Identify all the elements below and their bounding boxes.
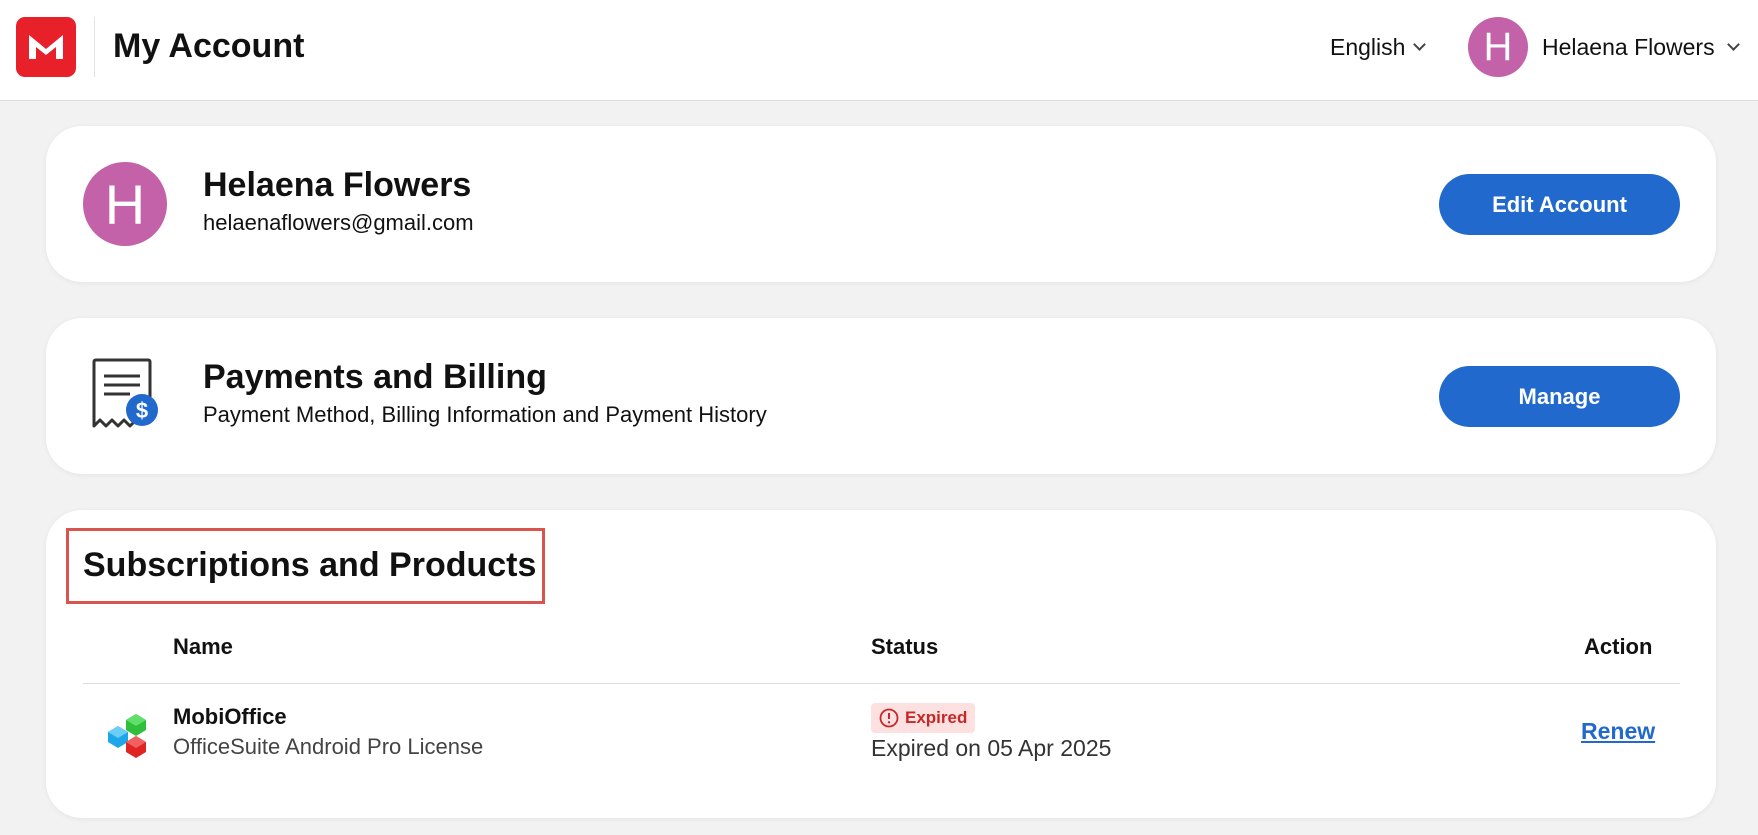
billing-subtitle: Payment Method, Billing Information and … (203, 402, 767, 427)
top-header: My Account English H Helaena Flowers (0, 0, 1758, 101)
profile-avatar: H (83, 162, 167, 246)
billing-card: $ Payments and Billing Payment Method, B… (46, 318, 1716, 474)
page-title: My Account (113, 27, 305, 65)
user-menu[interactable]: H Helaena Flowers (1468, 16, 1740, 78)
product-name: MobiOffice (173, 704, 287, 729)
receipt-dollar-icon: $ (92, 358, 158, 428)
product-description: OfficeSuite Android Pro License (173, 734, 484, 759)
account-name: Helaena Flowers (203, 166, 472, 204)
status-badge: Expired (871, 703, 976, 733)
subscriptions-title: Subscriptions and Products (83, 546, 537, 584)
mobioffice-cubes-icon (108, 714, 146, 758)
language-selector[interactable]: English (1330, 30, 1427, 64)
account-email: helaenaflowers@gmail.com (203, 210, 474, 235)
billing-title: Payments and Billing (203, 358, 547, 396)
header-divider (94, 17, 95, 77)
status-detail: Expired on 05 Apr 2025 (871, 735, 1112, 761)
status-badge-label: Expired (905, 708, 968, 727)
edit-account-button[interactable]: Edit Account (1439, 174, 1680, 235)
column-header-action: Action (1584, 634, 1653, 659)
renew-link[interactable]: Renew (1581, 718, 1655, 745)
chevron-down-icon (1413, 37, 1427, 51)
subscriptions-card: Subscriptions and Products Name Status A… (46, 510, 1716, 818)
avatar: H (1468, 17, 1528, 77)
manage-button[interactable]: Manage (1439, 366, 1680, 427)
column-header-status: Status (871, 634, 939, 659)
svg-text:$: $ (136, 398, 148, 423)
brand-logo-icon[interactable] (16, 17, 76, 77)
alert-circle-icon (879, 708, 899, 728)
table-divider (83, 683, 1680, 684)
user-name: Helaena Flowers (1542, 33, 1715, 60)
chevron-down-icon (1726, 37, 1740, 51)
column-header-name: Name (173, 634, 233, 659)
account-card: H Helaena Flowers helaenaflowers@gmail.c… (46, 126, 1716, 282)
language-label: English (1330, 33, 1406, 60)
